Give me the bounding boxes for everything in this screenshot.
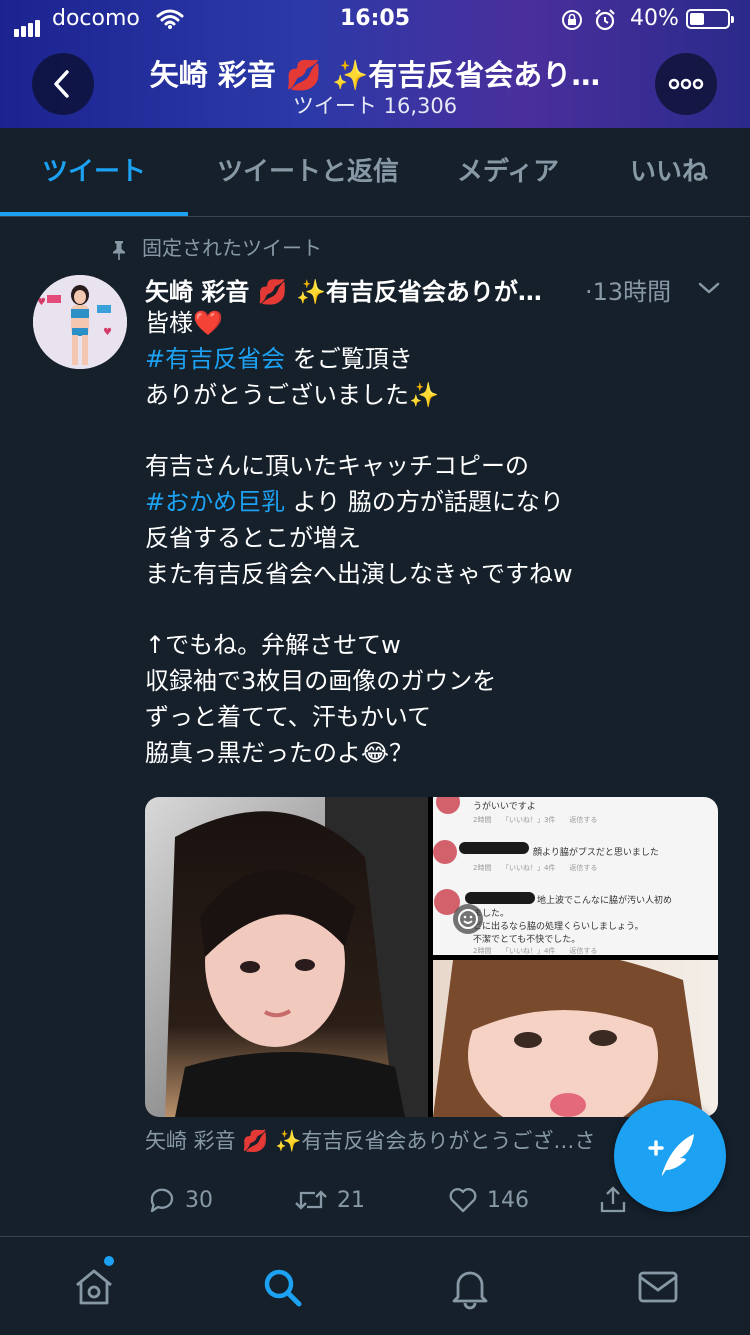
- like-count: 146: [487, 1187, 529, 1213]
- hashtag-link[interactable]: #おかめ巨乳: [145, 488, 285, 516]
- media-photo-2[interactable]: うがいいですよ 2時間 「いいね！」3件 返信する 顔より脇がブスだと思いました…: [433, 797, 718, 955]
- svg-text:♥: ♥: [103, 327, 112, 338]
- pinned-text: 固定されたツイート: [142, 236, 322, 260]
- compose-tweet-button[interactable]: [614, 1100, 726, 1212]
- chevron-left-icon: [54, 70, 69, 98]
- screenshot-meta: 2時間 「いいね！」4件 返信する: [473, 947, 598, 955]
- screenshot-text: 不潔でとても不快でした。: [473, 935, 581, 945]
- retweet-count: 21: [337, 1187, 365, 1213]
- avatar[interactable]: ♥ ♥: [33, 275, 127, 369]
- battery-icon: [686, 9, 734, 29]
- reply-count: 30: [185, 1187, 213, 1213]
- tweet-text: 皆様❤️ #有吉反省会 をご覧頂き ありがとうございました✨ 有吉さんに頂いたキ…: [145, 306, 730, 771]
- battery-percent: 40%: [630, 6, 679, 31]
- screenshot-meta: 2時間 「いいね！」3件 返信する: [473, 816, 598, 824]
- new-content-dot: [104, 1256, 114, 1266]
- tweet-line: 有吉さんに頂いたキャッチコピーの: [145, 452, 529, 481]
- more-icon: [668, 78, 704, 90]
- quoted-author[interactable]: 矢崎 彩音 💋 ✨有吉反省会ありがとうござ…さ: [145, 1125, 615, 1155]
- tweet-line: 反省するとこが増え: [145, 523, 361, 552]
- retweet-icon: [295, 1190, 327, 1210]
- reply-icon: [150, 1188, 174, 1213]
- author-name[interactable]: 矢崎 彩音 💋 ✨有吉反省会ありが…: [145, 272, 542, 307]
- tweet-line: [145, 592, 730, 628]
- tab-media[interactable]: メディア: [428, 128, 588, 216]
- pinned-label: 固定されたツイート: [110, 232, 322, 261]
- tweet-header: 矢崎 彩音 💋 ✨有吉反省会ありが… ·13時間: [145, 272, 705, 307]
- screenshot-text: 顔より脇がブスだと思いました: [533, 848, 659, 858]
- tweet-line: #おかめ巨乳 より 脇の方が話題になり: [145, 487, 564, 516]
- tweet-line: ずっと着てて、汗もかいて: [145, 702, 432, 731]
- alarm-icon: [595, 9, 615, 31]
- screenshot-text: 地上波でこんなに脇が汚い人初め: [537, 896, 673, 906]
- home-icon: [76, 1269, 112, 1305]
- status-bar: docomo 16:05 40%: [0, 0, 750, 40]
- tweet-count: ツイート 16,306: [292, 94, 458, 118]
- tweet-line: 皆様❤️: [145, 309, 223, 337]
- hashtag-link[interactable]: #有吉反省会: [145, 345, 285, 373]
- retweet-button[interactable]: 21: [293, 1178, 365, 1222]
- tweet-line: ありがとうございました✨: [145, 380, 439, 409]
- svg-text:♥: ♥: [37, 297, 46, 308]
- screenshot-text: ビに出るなら脇の処理くらいしましょう。: [473, 922, 644, 932]
- avatar-image: ♥ ♥: [33, 275, 127, 369]
- profile-name: 矢崎 彩音 💋 ✨有吉反省会あり…: [149, 58, 601, 92]
- tab-likes[interactable]: いいね: [588, 128, 750, 216]
- reply-button[interactable]: 30: [145, 1178, 213, 1222]
- mail-icon: [638, 1271, 678, 1303]
- active-tab-indicator: [0, 212, 188, 216]
- nav-messages[interactable]: [634, 1263, 682, 1311]
- nav-notifications[interactable]: [446, 1263, 494, 1311]
- heart-icon: [449, 1188, 477, 1213]
- nav-search[interactable]: [258, 1263, 306, 1311]
- pin-icon: [113, 240, 125, 260]
- tweet-line: #有吉反省会 をご覧頂き: [145, 344, 413, 373]
- tweet-actions: 30 21 146: [145, 1178, 645, 1222]
- tweet-line: ↑でもね。弁解させてw: [145, 631, 401, 660]
- back-button[interactable]: [32, 53, 94, 115]
- profile-tabs: ツイート ツイートと返信 メディア いいね: [0, 128, 750, 217]
- media-photo-1[interactable]: [145, 797, 428, 1117]
- tweet-line: 脇真っ黒だったのよ😂？: [145, 738, 414, 767]
- tweet-time: ·13時間: [585, 278, 672, 306]
- search-icon: [264, 1269, 302, 1307]
- more-button[interactable]: [655, 53, 717, 115]
- profile-header: docomo 16:05 40% 矢崎 彩音 💋 ✨有吉反省会あり… ツイート …: [0, 0, 750, 128]
- tab-tweets[interactable]: ツイート: [0, 128, 188, 216]
- tweet-media[interactable]: うがいいですよ 2時間 「いいね！」3件 返信する 顔より脇がブスだと思いました…: [145, 797, 718, 1117]
- tweet-line: 収録袖で3枚目の画像のガウンを: [145, 666, 497, 695]
- compose-icon: [648, 1134, 694, 1176]
- nav-home[interactable]: [70, 1263, 118, 1311]
- tweet-line: また有吉反省会へ出演しなきゃですねw: [145, 559, 573, 588]
- screenshot-meta: 2時間 「いいね！」4件 返信する: [473, 864, 598, 872]
- media-photo-3[interactable]: [433, 948, 718, 1117]
- bottom-nav: [0, 1236, 750, 1335]
- bell-icon: [452, 1271, 488, 1310]
- rotation-lock-icon: [562, 10, 582, 30]
- like-button[interactable]: 146: [447, 1178, 529, 1222]
- screenshot-text: うがいいですよ: [473, 802, 536, 812]
- smile-icon: [453, 904, 483, 934]
- chevron-down-icon[interactable]: [697, 280, 721, 296]
- tab-tweets-and-replies[interactable]: ツイートと返信: [188, 128, 428, 216]
- tweet-line: [145, 413, 730, 449]
